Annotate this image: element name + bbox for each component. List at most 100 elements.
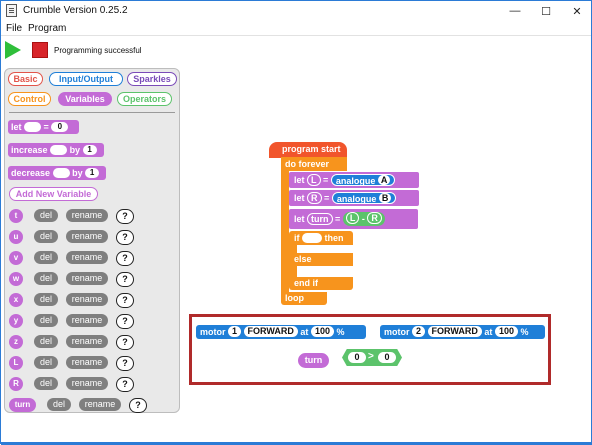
variable-slot[interactable] bbox=[50, 144, 68, 155]
end-if-block[interactable]: end if bbox=[289, 277, 353, 290]
menu-program[interactable]: Program bbox=[28, 23, 66, 34]
variable-name[interactable]: w bbox=[9, 272, 23, 286]
variable-turn[interactable]: turn bbox=[307, 212, 333, 225]
category-input-output[interactable]: Input/Output bbox=[49, 72, 123, 86]
let-turn-block[interactable]: let turn = L - R bbox=[289, 209, 418, 229]
variable-name[interactable]: t bbox=[9, 209, 23, 223]
variable-name[interactable]: turn bbox=[9, 398, 36, 412]
compare-right[interactable]: 0 bbox=[378, 352, 396, 363]
variable-name[interactable]: L bbox=[9, 356, 23, 370]
pin-b[interactable]: B bbox=[378, 193, 392, 204]
toolbar: Programming successful bbox=[1, 37, 591, 63]
percent-label: % bbox=[520, 327, 529, 337]
stop-icon[interactable] bbox=[32, 42, 48, 58]
loop-block[interactable]: loop bbox=[281, 292, 327, 305]
if-block[interactable]: if then bbox=[289, 231, 353, 245]
variable-value: ? bbox=[116, 377, 134, 392]
variable-value: ? bbox=[116, 293, 134, 308]
pin-a[interactable]: A bbox=[377, 175, 391, 186]
value-slot[interactable]: 1 bbox=[85, 167, 100, 178]
delete-variable-button[interactable]: del bbox=[34, 272, 58, 285]
variable-slot[interactable] bbox=[24, 121, 42, 132]
motor-speed[interactable]: 100 bbox=[494, 326, 518, 338]
rename-variable-button[interactable]: rename bbox=[66, 272, 108, 285]
delete-variable-button[interactable]: del bbox=[34, 356, 58, 369]
variable-name[interactable]: z bbox=[9, 335, 23, 349]
run-icon[interactable] bbox=[5, 41, 21, 59]
variable-l[interactable]: L bbox=[345, 212, 360, 225]
delete-variable-button[interactable]: del bbox=[34, 293, 58, 306]
motor-2-block[interactable]: motor 2 FORWARD at 100 % bbox=[380, 325, 545, 339]
category-sparkles[interactable]: Sparkles bbox=[127, 72, 177, 86]
variable-value: ? bbox=[116, 251, 134, 266]
rename-variable-button[interactable]: rename bbox=[66, 377, 108, 390]
compare-left[interactable]: 0 bbox=[348, 352, 366, 363]
turn-variable-block[interactable]: turn bbox=[298, 353, 329, 368]
rename-variable-button[interactable]: rename bbox=[79, 398, 121, 411]
close-button[interactable]: ✕ bbox=[562, 1, 592, 21]
rename-variable-button[interactable]: rename bbox=[66, 251, 108, 264]
motor-speed[interactable]: 100 bbox=[310, 326, 334, 338]
subtract-block[interactable]: L - R bbox=[342, 211, 385, 226]
minimize-button[interactable]: — bbox=[500, 1, 530, 21]
else-block[interactable]: else bbox=[289, 253, 353, 266]
rename-variable-button[interactable]: rename bbox=[66, 314, 108, 327]
motor-number[interactable]: 1 bbox=[228, 326, 242, 338]
motor-1-block[interactable]: motor 1 FORWARD at 100 % bbox=[196, 325, 366, 339]
delete-variable-button[interactable]: del bbox=[34, 209, 58, 222]
rename-variable-button[interactable]: rename bbox=[66, 293, 108, 306]
delete-variable-button[interactable]: del bbox=[34, 377, 58, 390]
compare-operator: > bbox=[368, 351, 374, 362]
maximize-button[interactable]: ☐ bbox=[531, 1, 561, 21]
let-block[interactable]: let = 0 bbox=[8, 120, 79, 134]
variable-slot[interactable] bbox=[52, 167, 70, 178]
increase-block[interactable]: increase by 1 bbox=[8, 143, 104, 157]
variable-r[interactable]: R bbox=[307, 191, 322, 204]
variable-name[interactable]: x bbox=[9, 293, 23, 307]
category-operators[interactable]: Operators bbox=[117, 92, 172, 106]
end-if-label: end if bbox=[294, 278, 318, 288]
rename-variable-button[interactable]: rename bbox=[66, 356, 108, 369]
then-label: then bbox=[324, 233, 344, 243]
add-new-variable-button[interactable]: Add New Variable bbox=[9, 187, 98, 201]
forever-arm bbox=[281, 171, 289, 293]
do-forever-block[interactable]: do forever bbox=[281, 157, 347, 171]
variable-name[interactable]: u bbox=[9, 230, 23, 244]
value-slot[interactable]: 0 bbox=[51, 121, 69, 132]
let-r-block[interactable]: let R = analogue B bbox=[289, 190, 419, 206]
do-forever-label: do forever bbox=[285, 159, 330, 169]
loop-label: loop bbox=[285, 293, 304, 303]
motor-number[interactable]: 2 bbox=[412, 326, 426, 338]
greater-than-block[interactable]: 0 > 0 bbox=[342, 349, 402, 366]
menu-file[interactable]: File bbox=[6, 23, 22, 34]
program-start-block[interactable]: program start bbox=[269, 142, 347, 158]
variable-value: ? bbox=[116, 335, 134, 350]
delete-variable-button[interactable]: del bbox=[34, 314, 58, 327]
variable-r[interactable]: R bbox=[367, 212, 382, 225]
delete-variable-button[interactable]: del bbox=[34, 230, 58, 243]
category-control[interactable]: Control bbox=[8, 92, 51, 106]
variable-name[interactable]: R bbox=[9, 377, 23, 391]
let-label: let bbox=[294, 214, 305, 224]
category-basic[interactable]: Basic bbox=[8, 72, 43, 86]
delete-variable-button[interactable]: del bbox=[47, 398, 71, 411]
category-variables[interactable]: Variables bbox=[58, 92, 112, 106]
rename-variable-button[interactable]: rename bbox=[66, 335, 108, 348]
rename-variable-button[interactable]: rename bbox=[66, 230, 108, 243]
variable-name[interactable]: y bbox=[9, 314, 23, 328]
rename-variable-button[interactable]: rename bbox=[66, 209, 108, 222]
let-l-block[interactable]: let L = analogue A bbox=[289, 172, 419, 188]
delete-variable-button[interactable]: del bbox=[34, 251, 58, 264]
variable-name[interactable]: v bbox=[9, 251, 23, 265]
variable-l[interactable]: L bbox=[307, 173, 321, 186]
at-label: at bbox=[300, 327, 309, 337]
delete-variable-button[interactable]: del bbox=[34, 335, 58, 348]
decrease-block[interactable]: decrease by 1 bbox=[8, 166, 106, 180]
value-slot[interactable]: 1 bbox=[82, 144, 97, 155]
analogue-b-block[interactable]: analogue B bbox=[331, 191, 397, 204]
motor-direction[interactable]: FORWARD bbox=[243, 326, 298, 338]
motor-direction[interactable]: FORWARD bbox=[427, 326, 482, 338]
by-label: by bbox=[69, 145, 81, 155]
condition-slot[interactable] bbox=[302, 232, 323, 243]
analogue-a-block[interactable]: analogue A bbox=[330, 173, 396, 186]
